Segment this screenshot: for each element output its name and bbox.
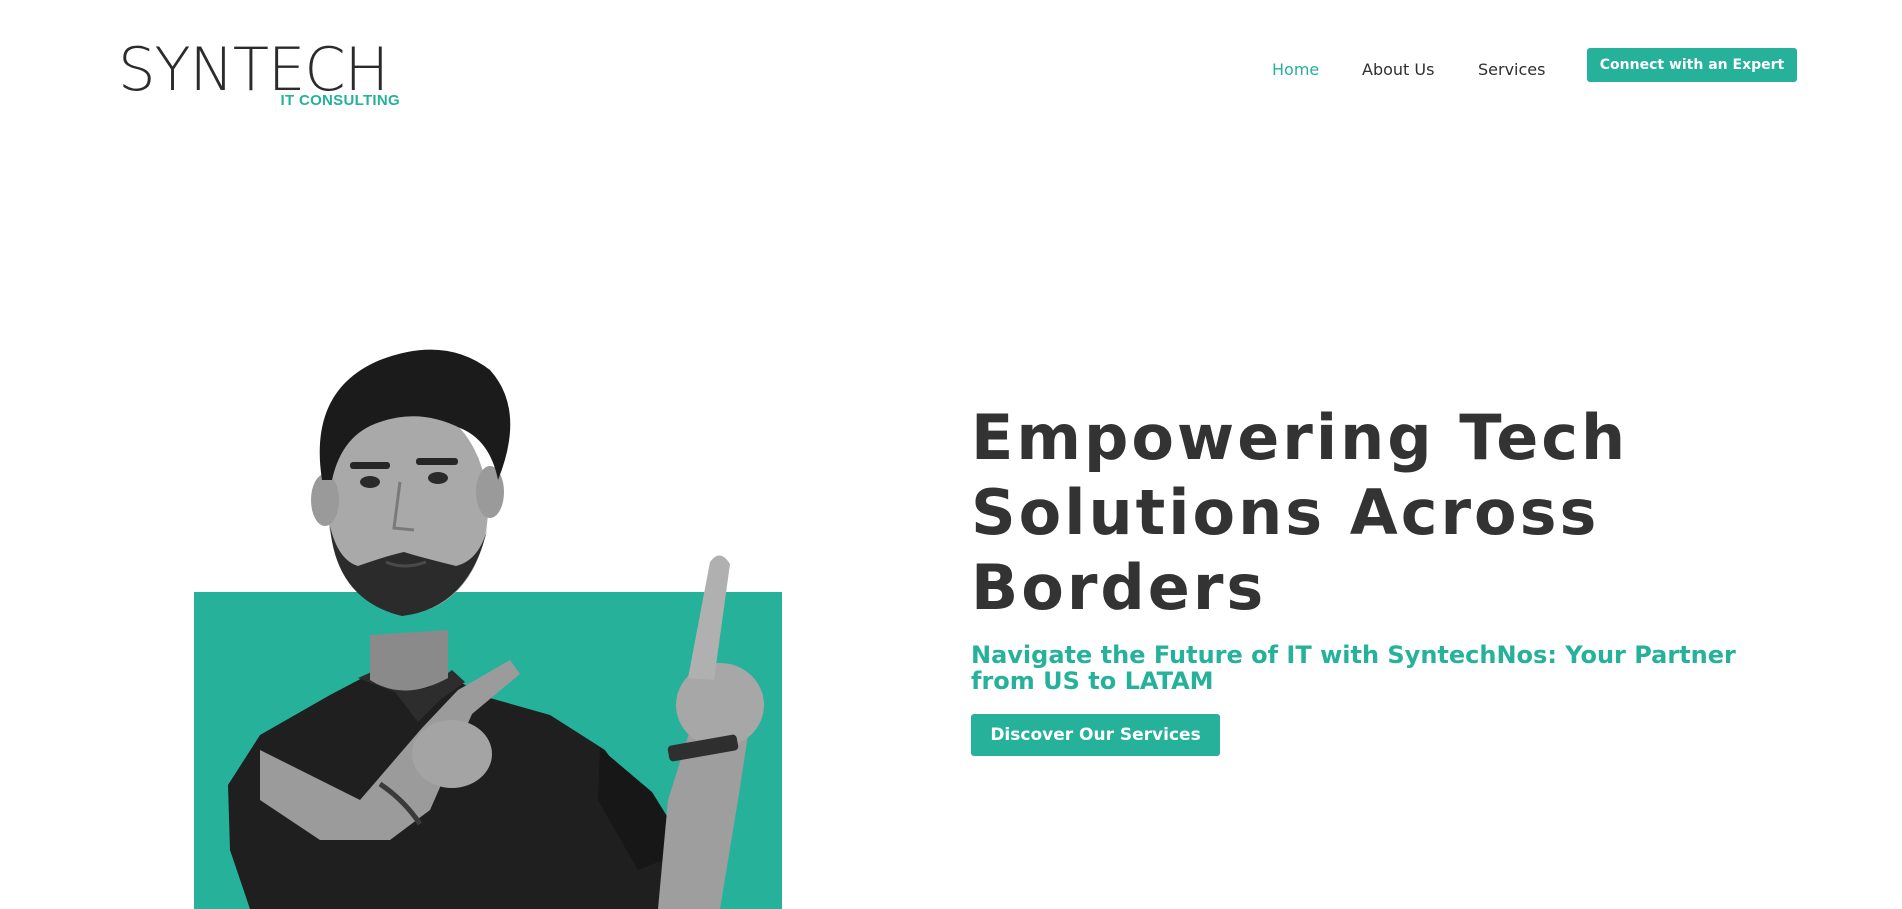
- brand-tagline: IT CONSULTING: [280, 92, 400, 109]
- hero-title: Empowering Tech Solutions Across Borders: [971, 401, 1629, 624]
- hero-subtitle: Navigate the Future of IT with SyntechNo…: [971, 641, 1736, 695]
- page: SYNTECH IT CONSULTING Home About Us Serv…: [0, 0, 1902, 909]
- discover-services-button[interactable]: Discover Our Services: [971, 714, 1220, 756]
- connect-expert-button[interactable]: Connect with an Expert: [1587, 48, 1797, 82]
- brand-logo[interactable]: SYNTECH IT CONSULTING: [118, 38, 408, 112]
- nav-item-services[interactable]: Services: [1478, 58, 1545, 82]
- nav-item-about-us[interactable]: About Us: [1362, 58, 1434, 82]
- nav-item-home[interactable]: Home: [1272, 58, 1319, 82]
- hero-image: [194, 349, 782, 909]
